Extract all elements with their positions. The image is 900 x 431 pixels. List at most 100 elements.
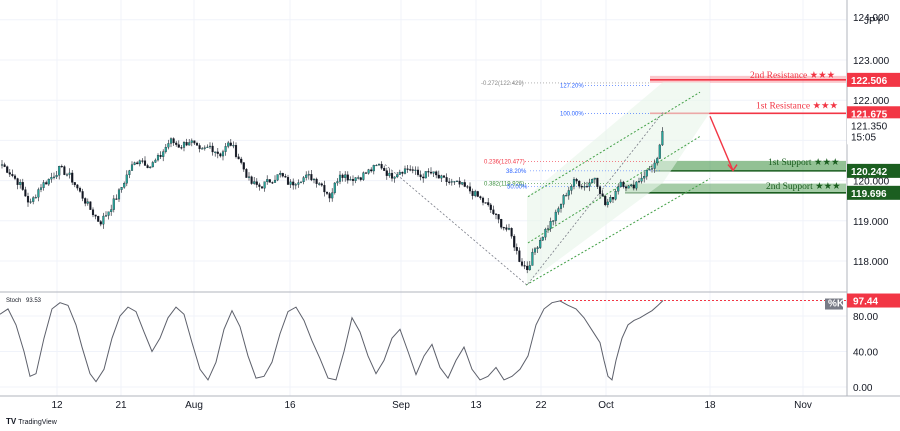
candle-body bbox=[143, 160, 147, 166]
candle-body bbox=[180, 147, 183, 149]
candle-body bbox=[341, 174, 344, 178]
candle-body bbox=[255, 181, 258, 185]
candle-body bbox=[312, 178, 316, 181]
candle-body bbox=[546, 228, 550, 230]
candle-body bbox=[245, 169, 248, 178]
candle-body bbox=[658, 144, 661, 159]
candle-body bbox=[177, 144, 180, 148]
candle-body bbox=[120, 187, 123, 190]
candle-body bbox=[416, 169, 420, 175]
candle-body bbox=[84, 198, 87, 204]
label-1st-resistance: 1st Resistance ★★★ bbox=[756, 100, 838, 111]
candle-body bbox=[198, 145, 201, 150]
candle-body bbox=[6, 166, 9, 173]
candle-body bbox=[552, 220, 555, 222]
candle-body bbox=[138, 160, 141, 165]
candle-body bbox=[294, 184, 297, 186]
candle-body bbox=[299, 181, 303, 183]
candle-body bbox=[484, 202, 487, 204]
candle-body bbox=[643, 176, 646, 179]
candle-body bbox=[518, 250, 521, 262]
time-tick-label: 18 bbox=[704, 400, 716, 411]
candle-body bbox=[520, 261, 524, 266]
candle-body bbox=[260, 186, 264, 189]
candle-body bbox=[585, 186, 589, 188]
candle-body bbox=[201, 148, 204, 150]
candle-body bbox=[370, 169, 373, 172]
candle-body bbox=[453, 181, 456, 183]
candle-body bbox=[528, 265, 531, 271]
fib-label: 100.00% bbox=[560, 111, 584, 117]
candle-body bbox=[596, 177, 599, 187]
candle-body bbox=[273, 179, 277, 183]
price-tick-label-120: 120.000 bbox=[853, 177, 890, 188]
candle-body bbox=[221, 151, 225, 157]
candle-body bbox=[333, 182, 336, 193]
candle-body bbox=[487, 202, 490, 206]
candle-body bbox=[123, 183, 126, 188]
candle-body bbox=[219, 153, 222, 157]
candle-body bbox=[377, 163, 381, 166]
candle-body bbox=[557, 208, 560, 213]
candle-body bbox=[398, 171, 401, 175]
candle-body bbox=[544, 228, 547, 238]
candle-body bbox=[78, 187, 82, 192]
candle-body bbox=[203, 147, 206, 149]
candle-body bbox=[271, 182, 274, 184]
time-tick-label: Sep bbox=[392, 400, 410, 411]
candle-body bbox=[632, 184, 635, 189]
candle-body bbox=[63, 166, 66, 175]
candle-body bbox=[284, 176, 287, 178]
price-tick-label: 119.000 bbox=[853, 217, 889, 228]
candle-body bbox=[396, 174, 399, 178]
candle-body bbox=[206, 146, 209, 148]
candle-body bbox=[422, 176, 425, 179]
candle-body bbox=[611, 197, 615, 200]
candle-body bbox=[390, 172, 394, 179]
2nd-support-tag-label: 119.696 bbox=[851, 189, 887, 200]
stoch-title: Stoch bbox=[6, 298, 21, 304]
candle-body bbox=[617, 186, 620, 192]
candle-body bbox=[39, 187, 43, 190]
candle-body bbox=[190, 140, 193, 143]
candle-body bbox=[562, 195, 565, 205]
tradingview-text: TradingView bbox=[18, 419, 57, 426]
candle-body bbox=[102, 215, 105, 225]
candle-body bbox=[388, 172, 391, 176]
candle-body bbox=[479, 196, 482, 199]
candle-body bbox=[305, 174, 308, 178]
candle-body bbox=[385, 170, 388, 176]
candle-body bbox=[549, 221, 552, 229]
candle-body bbox=[71, 172, 74, 183]
candle-body bbox=[26, 195, 30, 203]
candle-body bbox=[307, 174, 310, 176]
candle-body bbox=[164, 147, 167, 152]
candle-body bbox=[645, 169, 648, 177]
candle-body bbox=[286, 177, 290, 185]
time-tick-label: Nov bbox=[794, 400, 812, 411]
candle-body bbox=[624, 186, 628, 189]
candle-body bbox=[141, 160, 144, 162]
candle-body bbox=[21, 182, 24, 190]
fib-label: 0.236(120.477) bbox=[484, 159, 525, 165]
candle-body bbox=[494, 213, 498, 215]
price-tick-label: 122.000 bbox=[853, 96, 890, 107]
candle-body bbox=[331, 192, 334, 199]
candle-body bbox=[614, 191, 617, 200]
candle-body bbox=[409, 169, 412, 171]
candle-body bbox=[310, 174, 313, 181]
candle-body bbox=[570, 186, 573, 191]
candle-body bbox=[424, 171, 427, 179]
candle-body bbox=[513, 236, 516, 248]
candle-body bbox=[16, 178, 19, 185]
stoch-tick-label: 40.00 bbox=[853, 348, 878, 359]
candle-body bbox=[136, 162, 139, 165]
candle-body bbox=[328, 193, 331, 199]
candle-body bbox=[185, 142, 188, 146]
candle-body bbox=[606, 201, 609, 206]
candle-body bbox=[338, 174, 342, 182]
candle-body bbox=[289, 181, 292, 185]
candle-body bbox=[99, 221, 102, 225]
candle-body bbox=[445, 177, 448, 183]
candle-body bbox=[167, 143, 170, 148]
